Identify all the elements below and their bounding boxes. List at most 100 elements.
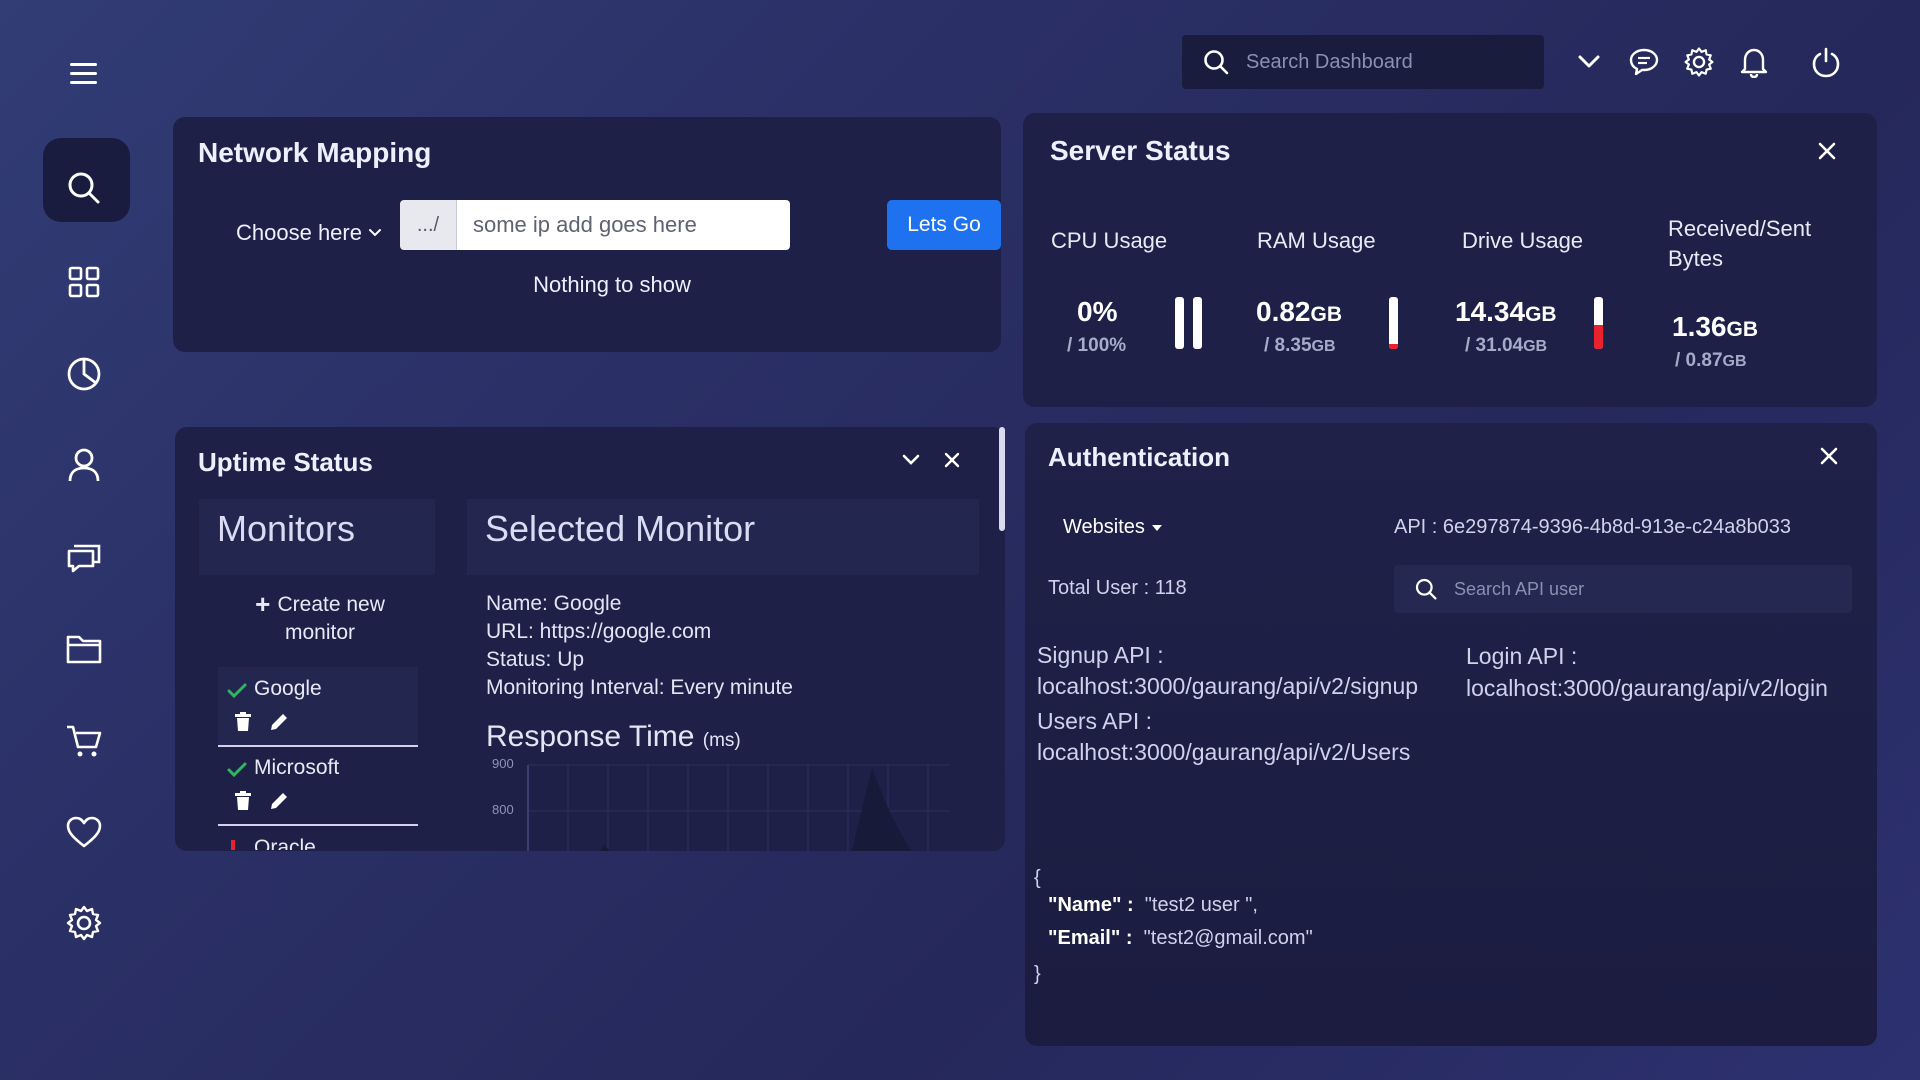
login-api-url[interactable]: localhost:3000/gaurang/api/v2/login: [1466, 675, 1828, 702]
trash-icon[interactable]: [234, 712, 252, 732]
bytes-value: 1.36GB: [1672, 311, 1758, 342]
monitors-heading: Monitors: [217, 508, 356, 549]
json-close: }: [1034, 963, 1041, 985]
search-icon: [1202, 48, 1230, 76]
response-time-peak: [852, 768, 912, 851]
pencil-icon[interactable]: [269, 712, 289, 732]
trash-icon[interactable]: [234, 791, 252, 811]
dashboard-search-input[interactable]: [1244, 49, 1538, 75]
json-open: {: [1034, 867, 1041, 889]
plus-icon: +: [255, 589, 278, 619]
users-api-url[interactable]: localhost:3000/gaurang/api/v2/Users: [1037, 739, 1410, 766]
pie-chart-icon: [67, 357, 101, 391]
monitor-detail-interval: Monitoring Interval: Every minute: [486, 676, 793, 699]
sidebar-item-shop[interactable]: [55, 712, 113, 770]
heart-icon: [66, 816, 102, 848]
sidebar-item-dashboard[interactable]: [55, 253, 113, 311]
caret-down-icon: [1151, 524, 1163, 532]
cpu-gauge-right: [1193, 297, 1202, 349]
monitor-item[interactable]: Oracle: [218, 826, 418, 850]
monitor-name: Google: [254, 677, 322, 700]
ram-value: 0.82GB: [1256, 296, 1342, 327]
panel-title: Server Status: [1050, 135, 1231, 166]
api-key: API : 6e297874-9396-4b8d-913e-c24a8b033: [1394, 516, 1791, 538]
check-icon: [227, 762, 247, 778]
response-time-chart: 900 800: [480, 756, 970, 851]
sidebar-item-analytics[interactable]: [55, 345, 113, 403]
choose-label: Choose here: [236, 220, 362, 245]
gear-icon[interactable]: [1677, 40, 1721, 84]
grid-icon: [68, 266, 100, 298]
monitor-detail-status: Status: Up: [486, 648, 585, 671]
chevron-down-icon[interactable]: [897, 446, 925, 474]
users-api-label: Users API :: [1037, 708, 1153, 734]
websites-dropdown[interactable]: Websites: [1063, 516, 1163, 539]
panel-title: Uptime Status: [198, 447, 373, 477]
panel-title: Authentication: [1048, 442, 1230, 472]
drive-label: Drive Usage: [1462, 228, 1584, 253]
bell-icon[interactable]: [1732, 40, 1776, 84]
sidebar-item-favorites[interactable]: [55, 803, 113, 861]
ip-prefix: .../: [400, 200, 457, 250]
ip-input-group: .../: [400, 200, 790, 250]
sidebar-item-messages[interactable]: [55, 527, 113, 585]
settings-icon: [66, 905, 102, 941]
cart-icon: [67, 725, 102, 757]
chevron-down-icon: [368, 228, 382, 238]
login-api-label: Login API :: [1466, 643, 1578, 669]
close-icon[interactable]: [1813, 137, 1841, 165]
menu-icon[interactable]: [68, 60, 100, 88]
y-tick: 800: [492, 802, 514, 817]
ram-label: RAM Usage: [1257, 228, 1376, 253]
monitor-detail-url: URL: https://google.com: [486, 620, 712, 643]
user-icon: [68, 448, 100, 482]
cpu-value: 0%: [1077, 296, 1118, 327]
monitor-item[interactable]: Microsoft: [218, 746, 418, 826]
monitor-item[interactable]: Google: [218, 667, 418, 747]
drive-max: / 31.04GB: [1465, 335, 1548, 356]
total-users: Total User : 118: [1048, 577, 1187, 599]
lets-go-button[interactable]: Lets Go: [887, 200, 1001, 250]
search-icon: [1414, 577, 1438, 601]
api-user-search[interactable]: [1394, 565, 1852, 613]
uptime-scrollbar[interactable]: [999, 427, 1005, 531]
search-icon: [68, 172, 100, 204]
ip-input[interactable]: [457, 200, 790, 250]
y-tick: 900: [492, 756, 514, 771]
sidebar-item-search[interactable]: [55, 159, 113, 217]
drive-value: 14.34GB: [1455, 296, 1557, 327]
create-monitor-button[interactable]: + Create new monitor: [250, 590, 390, 647]
choose-dropdown[interactable]: Choose here: [236, 220, 382, 246]
dashboard-search[interactable]: [1182, 35, 1544, 89]
signup-api-label: Signup API :: [1037, 642, 1164, 668]
alert-icon: [231, 840, 235, 850]
power-icon[interactable]: [1804, 40, 1848, 84]
monitor-detail-name: Name: Google: [486, 592, 622, 615]
close-icon[interactable]: [938, 446, 966, 474]
response-time-title: Response Time (ms): [486, 720, 741, 753]
check-icon: [227, 683, 247, 699]
json-name-line: "Name" : "test2 user ",: [1048, 894, 1258, 916]
chevron-down-icon[interactable]: [1567, 40, 1611, 84]
sidebar-item-users[interactable]: [55, 436, 113, 494]
cpu-gauge-left: [1175, 297, 1184, 349]
monitor-name: Oracle: [254, 836, 316, 850]
folder-icon: [66, 635, 102, 664]
pencil-icon[interactable]: [269, 791, 289, 811]
api-user-search-input[interactable]: [1452, 577, 1836, 601]
signup-api-url[interactable]: localhost:3000/gaurang/api/v2/signup: [1037, 673, 1418, 700]
ram-max: / 8.35GB: [1264, 335, 1336, 356]
cpu-max: / 100%: [1067, 335, 1127, 356]
monitor-name: Microsoft: [254, 756, 340, 779]
json-email-line: "Email" : "test2@gmail.com": [1048, 927, 1313, 949]
sidebar-item-settings[interactable]: [55, 894, 113, 952]
sidebar-item-files[interactable]: [55, 620, 113, 678]
panel-title: Network Mapping: [198, 137, 432, 168]
bytes-label: Received/Sent Bytes: [1668, 216, 1812, 271]
close-icon[interactable]: [1815, 442, 1843, 470]
chat-bubble-icon[interactable]: [1622, 40, 1666, 84]
selected-monitor-heading: Selected Monitor: [485, 508, 756, 549]
bytes-max: / 0.87GB: [1675, 350, 1747, 371]
drive-gauge: [1594, 297, 1603, 349]
chat-icon: [67, 544, 101, 573]
